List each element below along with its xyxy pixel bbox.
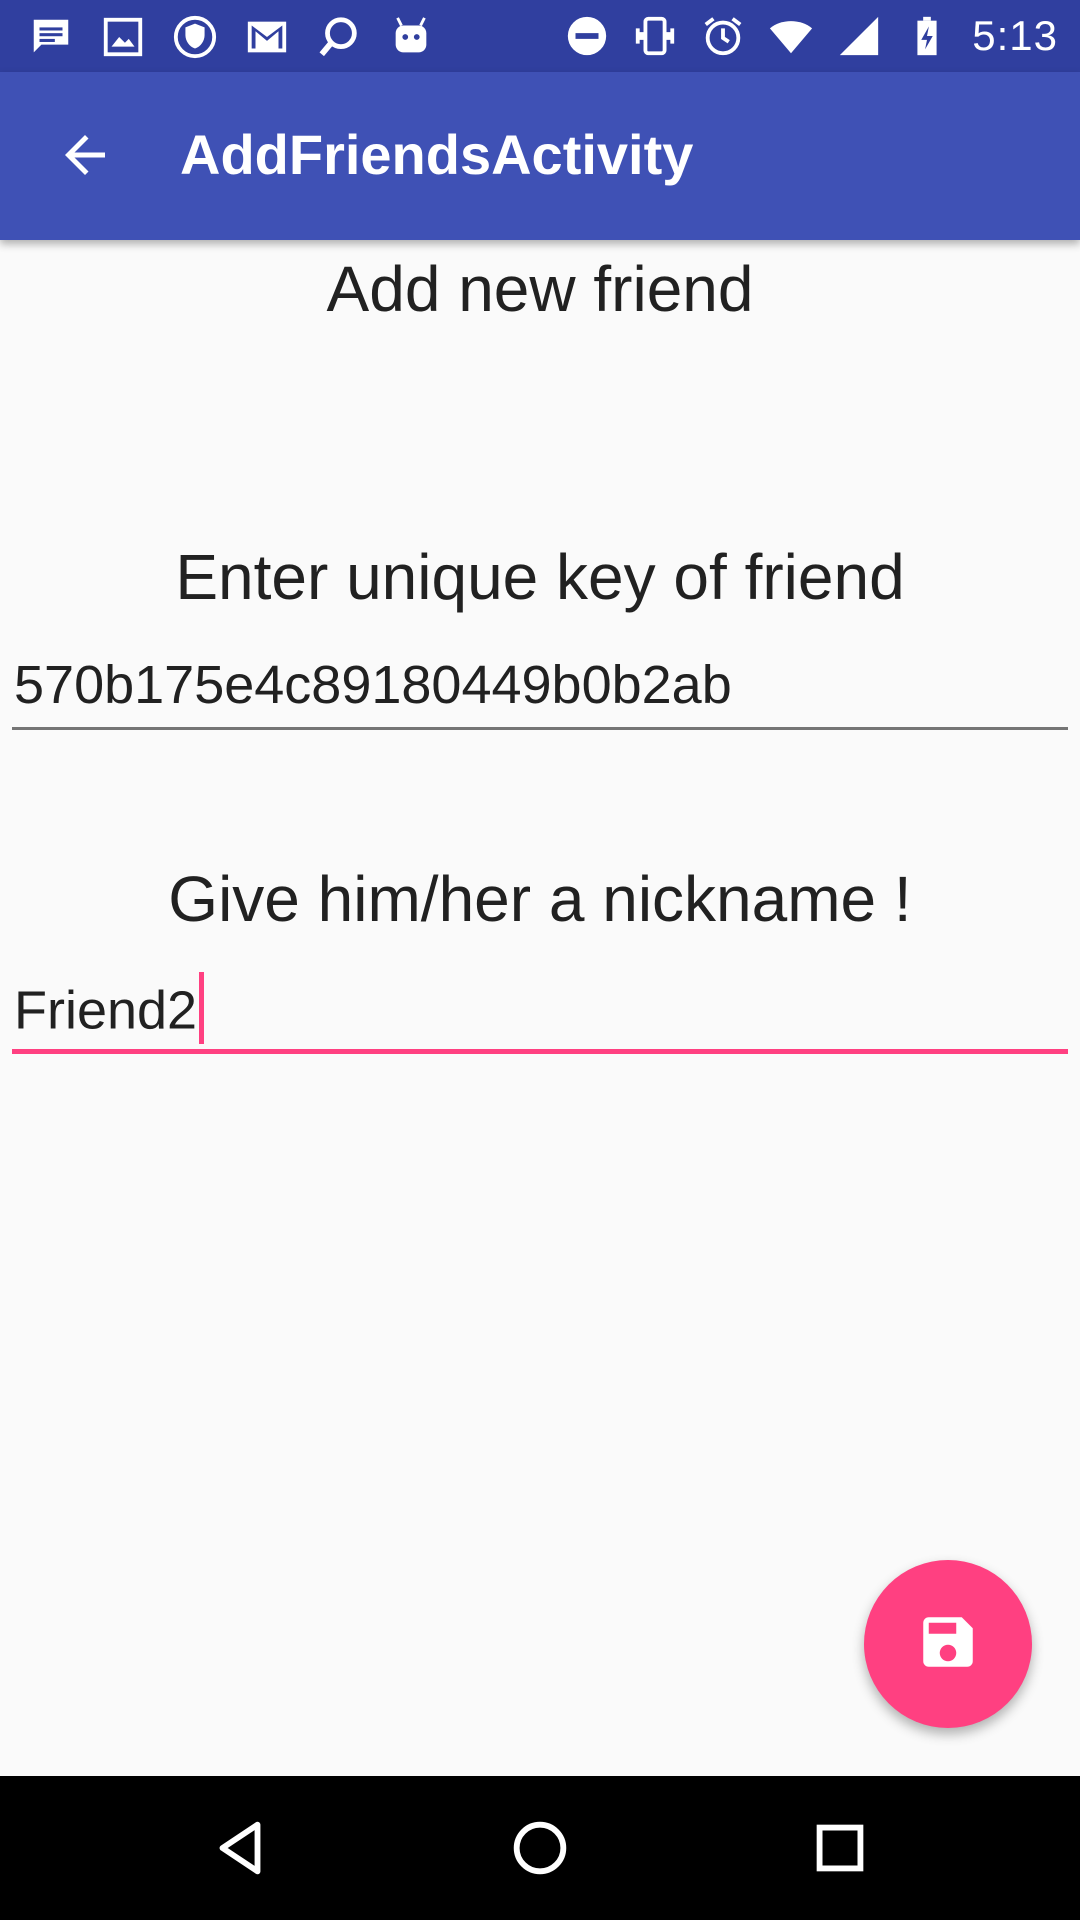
gmail-icon [244,14,290,60]
save-fab-button[interactable] [864,1560,1032,1728]
battery-charging-icon [904,13,950,59]
back-button[interactable] [40,112,130,202]
android-icon [388,14,434,60]
app-bar: AddFriendsActivity [0,72,1080,240]
nav-recents-button[interactable] [800,1810,880,1890]
arrow-back-icon [55,125,115,190]
wifi-icon [768,13,814,59]
save-icon [915,1609,981,1680]
circle-home-icon [505,1813,575,1888]
triangle-back-icon [205,1813,275,1888]
message-icon [28,14,74,60]
text-cursor [199,972,205,1044]
nav-back-button[interactable] [200,1810,280,1890]
alarm-icon [700,13,746,59]
image-icon [100,14,146,60]
nickname-input[interactable]: Friend2 [12,964,1068,1054]
square-recents-icon [805,1813,875,1888]
nav-home-button[interactable] [500,1810,580,1890]
friend-key-value: 570b175e4c89180449b0b2ab [14,655,732,715]
app-title: AddFriendsActivity [180,123,694,186]
friend-key-input[interactable]: 570b175e4c89180449b0b2ab [12,640,1068,730]
nickname-underline [12,1049,1068,1054]
key-label: Enter unique key of friend [175,541,905,613]
nickname-label: Give him/her a nickname ! [168,863,912,935]
nickname-value: Friend2 [14,980,198,1041]
do-not-disturb-icon [564,13,610,59]
status-clock: 5:13 [972,12,1058,59]
chat-search-icon [316,14,362,60]
page-heading: Add new friend [326,253,754,325]
vibrate-icon [632,13,678,59]
status-bar: 5:13 [0,0,1080,72]
vpn-shield-icon [172,14,218,60]
navigation-bar [0,1776,1080,1920]
signal-icon [836,13,882,59]
friend-key-underline [12,727,1068,730]
